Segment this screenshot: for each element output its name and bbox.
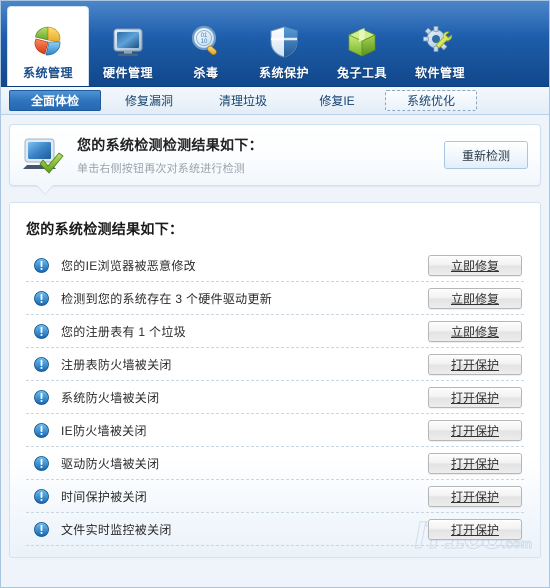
nav-item-label: 兔子工具	[336, 66, 387, 80]
fix-now-button[interactable]: 立即修复	[428, 320, 522, 342]
main-content: 您的系统检测检测结果如下： 单击右侧按钮再次对系统进行检测 重新检测 您的系统检…	[1, 115, 549, 587]
enable-protection-button[interactable]: 打开保护	[428, 518, 522, 540]
tab-full-checkup[interactable]: 全面体检	[9, 90, 101, 111]
gear-wrench-icon	[420, 23, 460, 61]
list-item-label: 您的IE浏览器被恶意修改	[61, 258, 196, 273]
warning-info-icon	[34, 488, 49, 504]
list-item-label: 时间保护被关闭	[61, 489, 148, 504]
enable-protection-button[interactable]: 打开保护	[428, 452, 522, 474]
banner-title: 您的系统检测检测结果如下：	[77, 136, 263, 153]
list-item[interactable]: 时间保护被关闭 打开保护	[26, 480, 524, 513]
rescan-button[interactable]: 重新检测	[444, 141, 528, 169]
application-window: 系统管理 硬件管理 01 10 杀毒 系统保护 兔子工具 软件管理 全面体检 修…	[0, 0, 550, 588]
warning-info-icon	[34, 455, 49, 471]
warning-info-icon	[34, 323, 49, 339]
warning-info-icon	[34, 422, 49, 438]
list-item[interactable]: 文件实时监控被关闭 打开保护	[26, 513, 524, 546]
nav-item-label: 软件管理	[414, 66, 465, 80]
nav-item-software-management[interactable]: 软件管理	[401, 6, 479, 86]
fix-now-button[interactable]: 立即修复	[428, 254, 522, 276]
enable-protection-button[interactable]: 打开保护	[428, 386, 522, 408]
svg-text:10: 10	[201, 39, 208, 45]
results-list: 您的IE浏览器被恶意修改 立即修复 检测到您的系统存在 3 个硬件驱动更新 立即…	[26, 249, 524, 546]
monitor-icon	[108, 23, 148, 61]
scan-result-banner: 您的系统检测检测结果如下： 单击右侧按钮再次对系统进行检测 重新检测	[9, 124, 541, 186]
tab-clean-junk[interactable]: 清理垃圾	[197, 90, 289, 111]
nav-item-label: 系统保护	[258, 66, 309, 80]
list-item-label: 注册表防火墙被关闭	[61, 357, 172, 372]
fix-now-button[interactable]: 立即修复	[428, 287, 522, 309]
top-navigation-bar: 系统管理 硬件管理 01 10 杀毒 系统保护 兔子工具 软件管理	[1, 1, 549, 87]
list-item-label: 文件实时监控被关闭	[61, 522, 172, 537]
nav-item-hardware-management[interactable]: 硬件管理	[89, 6, 167, 86]
list-item-label: IE防火墙被关闭	[61, 423, 147, 438]
magnifier-icon: 01 10	[186, 23, 226, 61]
shield-icon	[264, 23, 304, 61]
warning-info-icon	[34, 290, 49, 306]
tab-label: 系统优化	[406, 94, 455, 108]
enable-protection-button[interactable]: 打开保护	[428, 353, 522, 375]
panel-title: 您的系统检测结果如下：	[26, 221, 184, 237]
banner-text-block: 您的系统检测检测结果如下： 单击右侧按钮再次对系统进行检测	[67, 135, 444, 176]
nav-item-system-management[interactable]: 系统管理	[7, 6, 89, 86]
tab-repair-ie[interactable]: 修复IE	[291, 90, 383, 111]
tab-system-optimization[interactable]: 系统优化	[385, 90, 477, 111]
list-item[interactable]: 检测到您的系统存在 3 个硬件驱动更新 立即修复	[26, 282, 524, 315]
warning-info-icon	[34, 389, 49, 405]
warning-info-icon	[34, 356, 49, 372]
banner-subtitle: 单击右侧按钮再次对系统进行检测	[77, 162, 245, 175]
green-box-icon	[342, 23, 382, 61]
tab-label: 全面体检	[30, 94, 79, 108]
list-item[interactable]: 您的IE浏览器被恶意修改 立即修复	[26, 249, 524, 282]
list-item[interactable]: 您的注册表有 1 个垃圾 立即修复	[26, 315, 524, 348]
warning-info-icon	[34, 521, 49, 537]
list-item-label: 系统防火墙被关闭	[61, 390, 160, 405]
nav-item-rabbit-tools[interactable]: 兔子工具	[323, 6, 401, 86]
enable-protection-button[interactable]: 打开保护	[428, 419, 522, 441]
tab-label: 修复IE	[319, 94, 355, 108]
list-item[interactable]: 系统防火墙被关闭 打开保护	[26, 381, 524, 414]
nav-item-antivirus[interactable]: 01 10 杀毒	[167, 6, 245, 86]
pie-chart-icon	[28, 23, 68, 61]
nav-item-system-protection[interactable]: 系统保护	[245, 6, 323, 86]
list-item-label: 驱动防火墙被关闭	[61, 456, 160, 471]
nav-item-label: 系统管理	[22, 66, 73, 80]
monitor-check-icon	[21, 134, 67, 176]
nav-item-label: 硬件管理	[102, 66, 153, 80]
tab-fix-vulnerabilities[interactable]: 修复漏洞	[103, 90, 195, 111]
list-item-label: 检测到您的系统存在 3 个硬件驱动更新	[61, 291, 273, 306]
tab-label: 修复漏洞	[124, 94, 173, 108]
list-item-label: 您的注册表有 1 个垃圾	[61, 324, 186, 339]
warning-info-icon	[34, 257, 49, 273]
results-panel: 您的系统检测结果如下： 您的IE浏览器被恶意修改 立即修复 检测到您的系统存在 …	[9, 202, 541, 558]
list-item[interactable]: 驱动防火墙被关闭 打开保护	[26, 447, 524, 480]
tab-bar: 全面体检 修复漏洞 清理垃圾 修复IE 系统优化	[1, 87, 549, 115]
tab-label: 清理垃圾	[218, 94, 267, 108]
list-item[interactable]: IE防火墙被关闭 打开保护	[26, 414, 524, 447]
nav-item-label: 杀毒	[193, 66, 219, 80]
enable-protection-button[interactable]: 打开保护	[428, 485, 522, 507]
list-item[interactable]: 注册表防火墙被关闭 打开保护	[26, 348, 524, 381]
